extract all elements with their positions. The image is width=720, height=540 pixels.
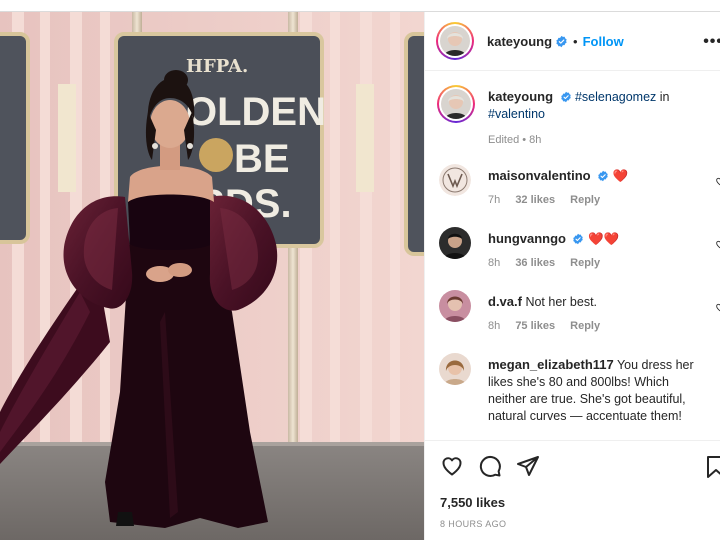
comment-likes[interactable]: 32 likes — [515, 194, 555, 206]
comment-time: 7h — [488, 194, 501, 206]
caption-text: in — [656, 90, 670, 104]
megan-avatar[interactable] — [439, 353, 471, 385]
caption-hashtag[interactable]: #valentino — [488, 107, 545, 121]
caption-mention[interactable]: #selenagomez — [575, 90, 656, 104]
comment-body: maisonvalentino ❤️ 7h 32 likes Reply — [488, 167, 706, 209]
reply-button[interactable]: Reply — [570, 194, 600, 206]
comment-icon[interactable] — [478, 454, 502, 478]
post-actions: 7,550 likes 8 HOURS AGO — [425, 440, 720, 540]
sign-line1: OLDEN — [186, 90, 326, 134]
comment-body: d.va.f Not her best. 8h 75 likes Reply — [488, 293, 706, 335]
comment-time: 8h — [488, 257, 501, 269]
dvaf-avatar[interactable] — [439, 290, 471, 322]
comments-list[interactable]: kateyoung #selenagomez in #valentino Edi… — [425, 72, 720, 440]
share-icon[interactable] — [516, 454, 540, 478]
verified-badge-icon — [556, 35, 567, 47]
caption-avatar-image — [441, 89, 471, 119]
like-comment-heart-icon[interactable] — [715, 239, 720, 249]
comment-username[interactable]: maisonvalentino — [488, 168, 591, 183]
comment-meta: 7h 32 likes Reply — [488, 192, 706, 209]
verified-badge-icon — [598, 170, 608, 182]
verified-badge-icon — [560, 91, 571, 103]
sign-line2: BE — [234, 137, 290, 181]
top-bar — [0, 0, 720, 12]
reply-button[interactable]: Reply — [570, 320, 600, 332]
post-photo[interactable]: HFPA. OLDEN BE RDS. — [0, 12, 424, 540]
author-username[interactable]: kateyoung — [487, 34, 552, 49]
author-avatar-image — [440, 26, 470, 56]
more-options-icon[interactable]: ••• — [703, 33, 720, 51]
like-comment-heart-icon[interactable] — [715, 302, 720, 312]
comment-likes[interactable]: 75 likes — [515, 320, 555, 332]
reply-button[interactable]: Reply — [570, 257, 600, 269]
comment-username[interactable]: d.va.f — [488, 294, 522, 309]
like-comment-heart-icon[interactable] — [715, 176, 720, 186]
caption-edited: Edited • 8h — [488, 134, 542, 146]
separator-dot: • — [573, 33, 578, 49]
sign-hfpa: HFPA. — [186, 56, 248, 77]
comment-text: ❤️ — [612, 169, 629, 183]
comment-time: 8h — [488, 320, 501, 332]
hungvanngo-avatar[interactable] — [439, 227, 471, 259]
comment-body: hungvanngo ❤️❤️ 8h 36 likes Reply — [488, 230, 706, 272]
comment-body: megan_elizabeth117 You dress her likes s… — [488, 356, 706, 425]
likes-count[interactable]: 7,550 likes — [440, 495, 505, 510]
caption-meta: Edited • 8h — [488, 132, 706, 149]
author-avatar[interactable] — [436, 22, 474, 60]
comment-text: ❤️❤️ — [587, 232, 620, 246]
post-photo-illustration: HFPA. OLDEN BE RDS. — [0, 12, 424, 540]
post-header: kateyoung • Follow ••• — [425, 12, 720, 71]
bookmark-icon[interactable] — [705, 455, 720, 479]
valentino-logo-avatar[interactable] — [439, 164, 471, 196]
comment-meta: 8h 36 likes Reply — [488, 255, 706, 272]
heart-icon[interactable] — [440, 454, 464, 478]
caption-author-avatar[interactable] — [437, 85, 475, 123]
follow-button[interactable]: Follow — [583, 34, 624, 49]
comment-username[interactable]: hungvanngo — [488, 231, 566, 246]
caption-body: kateyoung #selenagomez in #valentino Edi… — [488, 88, 706, 149]
comment-likes[interactable]: 36 likes — [515, 257, 555, 269]
comment-meta: 8h 75 likes Reply — [488, 318, 706, 335]
post-side-panel: kateyoung • Follow ••• — [424, 12, 720, 540]
caption-username[interactable]: kateyoung — [488, 89, 553, 104]
post-timestamp: 8 HOURS AGO — [440, 519, 507, 529]
verified-badge-icon — [573, 233, 584, 245]
comment-username[interactable]: megan_elizabeth117 — [488, 357, 614, 372]
comment-text: Not her best. — [525, 295, 598, 309]
